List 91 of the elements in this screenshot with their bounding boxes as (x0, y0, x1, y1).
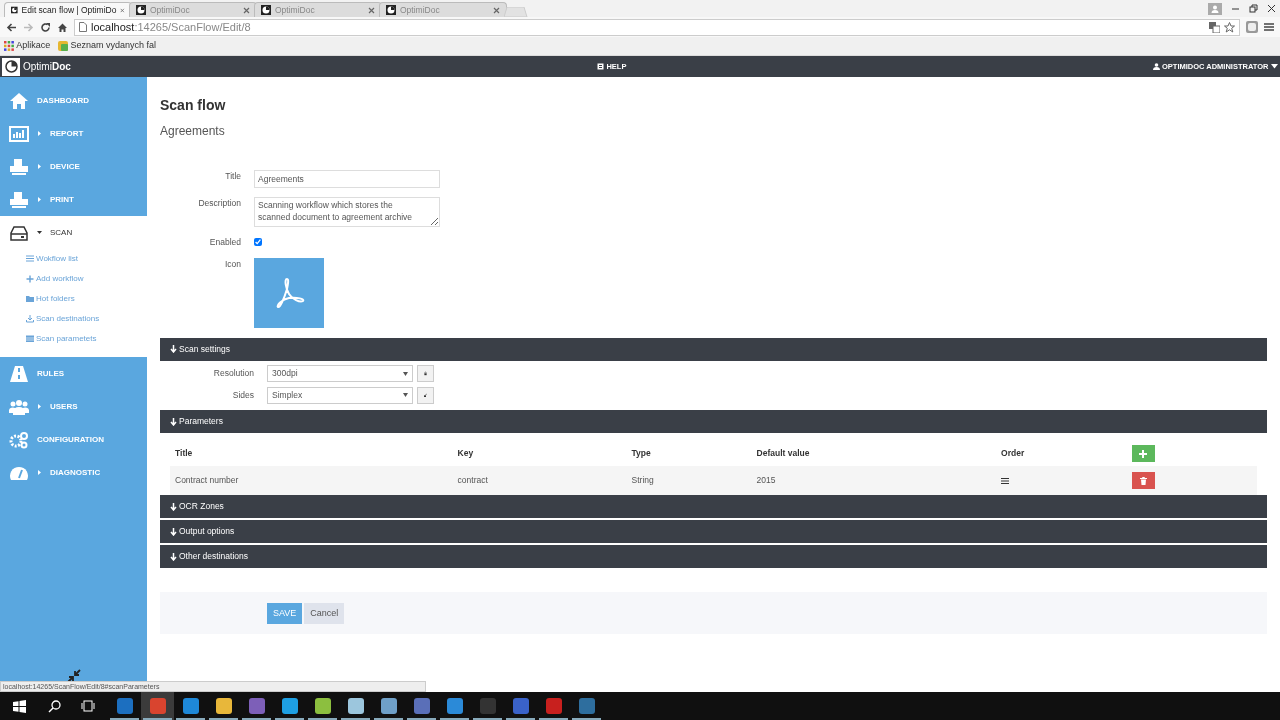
section-header[interactable]: Other destinations (160, 545, 1267, 569)
trash-icon (1139, 476, 1147, 485)
down-arrow-icon (170, 417, 177, 426)
printer-icon (9, 157, 29, 176)
caret-icon (37, 230, 42, 235)
folder-icon (26, 295, 34, 303)
url-text: localhost:14265/ScanFlow/Edit/8 (91, 19, 251, 35)
back-icon[interactable] (6, 21, 17, 33)
field-label: Resolution (212, 367, 255, 380)
bookmark-icon (58, 41, 69, 51)
page-title: Scan flow (160, 96, 227, 115)
field-label: Enabled (208, 236, 242, 249)
printer-icon (9, 190, 29, 209)
bookmark-link[interactable]: Aplikace (4, 39, 51, 53)
document-icon-tile[interactable] (254, 257, 324, 328)
field-label: Title (224, 170, 242, 183)
logo-icon (2, 57, 20, 76)
bookmark-link[interactable]: Seznam vydanych fal (58, 39, 157, 53)
field-label: Icon (223, 257, 242, 271)
select-field[interactable]: Simplex (267, 386, 413, 404)
section-header[interactable]: Output options (160, 520, 1267, 544)
menu-icon[interactable] (1264, 22, 1274, 32)
browser-tab[interactable]: Edit scan flow | OptimiDo (4, 2, 132, 17)
field-label: Sides (231, 388, 255, 402)
caret-icon (37, 131, 42, 136)
scanner-icon (9, 223, 29, 242)
caret-icon (403, 393, 408, 397)
app-logo[interactable]: OptimiDoc (23, 59, 71, 74)
table-cell: contract (452, 466, 627, 496)
column-header: Order (996, 441, 1127, 467)
page-icon (79, 22, 87, 32)
taskbar-app[interactable] (141, 692, 174, 720)
close-icon[interactable] (1266, 4, 1276, 14)
reload-icon[interactable] (40, 21, 51, 33)
page-logo-icon (261, 5, 271, 15)
section-header[interactable]: Parameters (160, 410, 1267, 434)
field-label: Description (197, 197, 242, 210)
caret-icon (37, 164, 42, 169)
down-arrow-icon (170, 502, 177, 511)
cancel-button[interactable]: Cancel (304, 602, 345, 624)
lock-icon (424, 369, 427, 378)
select-field[interactable]: 300dpi (267, 365, 413, 382)
column-header: Default value (751, 441, 997, 467)
title-field[interactable]: Agreements (254, 170, 440, 188)
plus-icon (1139, 449, 1147, 458)
table-cell: String (626, 466, 752, 496)
restore-icon[interactable] (1248, 4, 1258, 14)
translate-icon[interactable] (1209, 21, 1220, 33)
section-header[interactable]: Scan settings (160, 337, 1267, 361)
collapse-icon[interactable] (66, 669, 81, 683)
down-arrow-icon (170, 552, 177, 561)
apps-grid-icon (4, 41, 14, 51)
caret-icon (1270, 64, 1278, 69)
caret-icon (403, 371, 408, 376)
star-icon[interactable] (1224, 21, 1235, 33)
search-icon (48, 699, 61, 713)
down-arrow-icon (170, 527, 177, 536)
caret-icon (37, 470, 42, 475)
user-icon (1152, 63, 1160, 70)
down-arrow-icon (170, 345, 177, 354)
table-cell: Contract number (170, 466, 453, 496)
caret-icon (37, 197, 42, 202)
section-header[interactable]: OCR Zones (160, 495, 1267, 519)
book-icon (597, 63, 605, 70)
users-icon (9, 397, 29, 416)
table-cell: 2015 (751, 466, 997, 496)
gears-icon (9, 430, 29, 449)
column-header: Type (626, 441, 752, 467)
road-icon (9, 364, 29, 383)
download-icon (26, 315, 34, 323)
windows-logo-icon (12, 699, 26, 713)
column-header: Key (452, 441, 627, 467)
page-logo-icon (136, 5, 146, 15)
list-icon (26, 255, 34, 263)
caret-icon (37, 404, 42, 409)
address-bar[interactable]: localhost:14265/ScanFlow/Edit/8 (74, 18, 1240, 36)
delete-button[interactable] (1131, 472, 1155, 490)
enabled-checkbox[interactable] (254, 238, 262, 246)
column-header: Title (170, 441, 453, 467)
task-view-icon (80, 700, 95, 712)
sidebar-item[interactable]: SCAN (0, 216, 147, 249)
description-field[interactable]: Scanning workflow which stores the scanned document to agreement archive (254, 197, 440, 227)
drag-handle-icon[interactable] (1001, 478, 1010, 485)
house-icon (9, 91, 29, 110)
page-logo-icon (386, 5, 396, 15)
plus-icon (26, 275, 34, 283)
chart-icon (9, 124, 29, 143)
home-icon[interactable] (57, 21, 68, 33)
table-icon (26, 335, 34, 343)
page-logo-icon (11, 5, 18, 15)
page-subtitle: Agreements (160, 123, 226, 140)
